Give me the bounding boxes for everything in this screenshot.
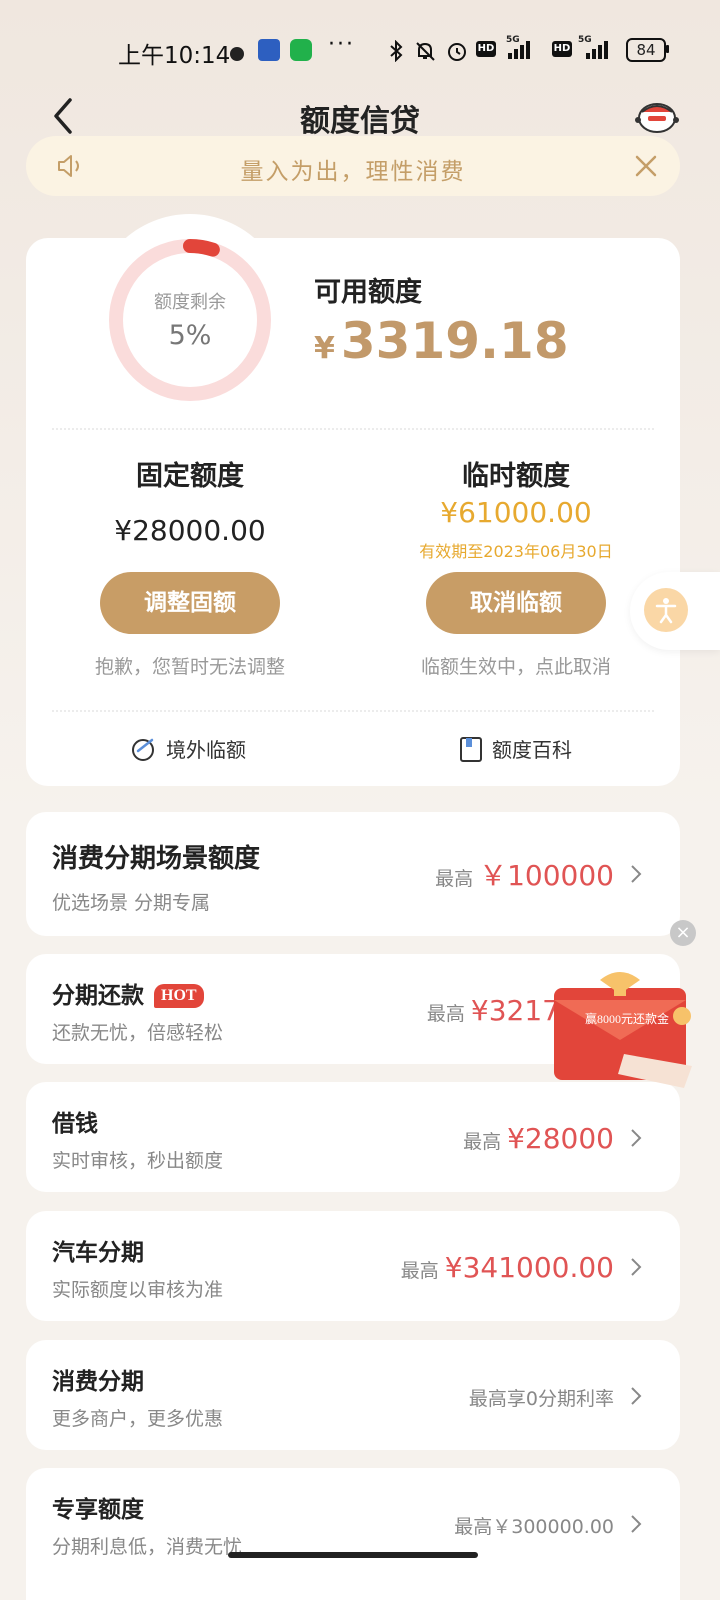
hot-badge: HOT bbox=[154, 984, 204, 1008]
product-amount: ¥28000 bbox=[507, 1122, 614, 1155]
currency-symbol: ¥ bbox=[314, 331, 335, 366]
signal-icon bbox=[508, 37, 530, 59]
chevron-right-icon bbox=[631, 1258, 642, 1276]
bluetooth-icon bbox=[390, 40, 403, 62]
battery-tip bbox=[666, 45, 669, 53]
product-subtitle: 实际额度以审核为准 bbox=[52, 1279, 224, 1301]
product-card[interactable]: 汽车分期 实际额度以审核为准 最高 ¥341000.00 bbox=[26, 1211, 680, 1321]
product-card[interactable]: 消费分期 更多商户，更多优惠 最高享0分期利率 bbox=[26, 1340, 680, 1450]
product-amount: ￥100000 bbox=[479, 859, 614, 892]
product-subtitle: 更多商户，更多优惠 bbox=[52, 1408, 224, 1430]
customer-service-mascot-icon[interactable] bbox=[634, 96, 680, 134]
plane-globe-icon bbox=[132, 738, 154, 761]
temp-validity: 有效期至2023年06月30日 bbox=[419, 542, 613, 561]
overseas-temp-link[interactable]: 境外临额 bbox=[130, 734, 246, 763]
promo-text: 赢8000元还款金 bbox=[584, 1012, 669, 1026]
notice-banner: 量入为出，理性消费 bbox=[26, 136, 680, 196]
product-subtitle: 优选场景 分期专属 bbox=[52, 892, 211, 914]
accessibility-float-button[interactable] bbox=[630, 572, 720, 650]
overseas-temp-label: 境外临额 bbox=[166, 738, 246, 762]
product-max: 最高 ¥341000.00 bbox=[400, 1251, 614, 1284]
status-time: 上午10:14 bbox=[118, 43, 231, 69]
product-amount: ¥341000.00 bbox=[444, 1251, 614, 1284]
product-title: 消费分期场景额度 bbox=[52, 844, 261, 874]
page-title: 额度信贷 bbox=[300, 104, 420, 139]
chevron-right-icon bbox=[631, 1515, 642, 1533]
product-max: 最高 ￥100000 bbox=[435, 859, 614, 892]
product-card[interactable]: 借钱 实时审核，秒出额度 最高 ¥28000 bbox=[26, 1082, 680, 1192]
product-title: 汽车分期 bbox=[52, 1240, 144, 1266]
signal-icon-2 bbox=[586, 37, 608, 59]
product-max: 最高 ¥28000 bbox=[463, 1122, 614, 1155]
cancel-temp-button[interactable]: 取消临额 bbox=[426, 572, 606, 634]
book-icon bbox=[460, 736, 482, 762]
available-value: 3319.18 bbox=[340, 312, 569, 370]
mute-bell-icon bbox=[416, 42, 435, 61]
red-envelope-promo-icon[interactable] bbox=[544, 970, 700, 1096]
available-label: 可用额度 bbox=[314, 277, 422, 308]
temp-limit-amount: ¥61000.00 bbox=[440, 496, 592, 529]
product-title: 消费分期 bbox=[52, 1369, 144, 1395]
quota-wiki-label: 额度百科 bbox=[492, 738, 572, 762]
accessibility-icon bbox=[644, 588, 688, 632]
chevron-right-icon bbox=[631, 1129, 642, 1147]
ring-label: 额度剩余 bbox=[154, 292, 226, 313]
fixed-limit-label: 固定额度 bbox=[136, 461, 244, 492]
fixed-hint: 抱歉，您暂时无法调整 bbox=[94, 656, 285, 678]
divider bbox=[52, 428, 654, 430]
close-icon[interactable] bbox=[630, 150, 662, 182]
temp-hint[interactable]: 临额生效中，点此取消 bbox=[356, 652, 676, 679]
hd-icon: HD bbox=[476, 41, 496, 57]
notification-dot-icon bbox=[230, 47, 244, 61]
product-max: 最高享0分期利率 bbox=[468, 1388, 614, 1410]
app-notification-icon bbox=[258, 39, 280, 61]
product-subtitle: 分期利息低，消费无忧 bbox=[52, 1536, 243, 1558]
ring-percent: 5% bbox=[168, 320, 212, 351]
adjust-fixed-button[interactable]: 调整固额 bbox=[100, 572, 280, 634]
home-indicator[interactable] bbox=[228, 1552, 478, 1558]
notice-text: 量入为出，理性消费 bbox=[240, 159, 466, 185]
status-bar: 上午10:14 ··· HD 5G HD 5G 84 bbox=[0, 28, 720, 72]
product-title: 专享额度 bbox=[52, 1497, 144, 1523]
temp-limit-label: 临时额度 bbox=[462, 461, 570, 492]
product-max: 最高 ¥3217 bbox=[426, 994, 560, 1027]
fixed-limit-amount: ¥28000.00 bbox=[114, 514, 266, 547]
promo-close-button[interactable]: × bbox=[670, 920, 696, 946]
alarm-icon bbox=[448, 43, 466, 61]
available-amount: ¥3319.18 bbox=[314, 312, 569, 370]
divider-2 bbox=[52, 710, 654, 712]
wechat-icon bbox=[290, 39, 312, 61]
product-title: 借钱 bbox=[52, 1111, 98, 1137]
hd-icon-2: HD bbox=[552, 41, 572, 57]
product-subtitle: 实时审核，秒出额度 bbox=[52, 1150, 224, 1172]
more-notifications-icon: ··· bbox=[328, 32, 355, 57]
chevron-right-icon bbox=[631, 1387, 642, 1405]
chevron-right-icon bbox=[631, 865, 642, 883]
product-subtitle: 还款无忧，倍感轻松 bbox=[52, 1022, 224, 1044]
product-max: 最高￥300000.00 bbox=[454, 1516, 614, 1538]
product-card[interactable]: 消费分期场景额度 优选场景 分期专属 最高 ￥100000 bbox=[26, 812, 680, 936]
product-title: 分期还款 HOT bbox=[52, 976, 204, 1010]
product-card[interactable]: 专享额度 分期利息低，消费无忧 最高￥300000.00 bbox=[26, 1468, 680, 1600]
quota-wiki-link[interactable]: 额度百科 bbox=[458, 734, 572, 763]
battery-level: 84 bbox=[626, 38, 666, 62]
